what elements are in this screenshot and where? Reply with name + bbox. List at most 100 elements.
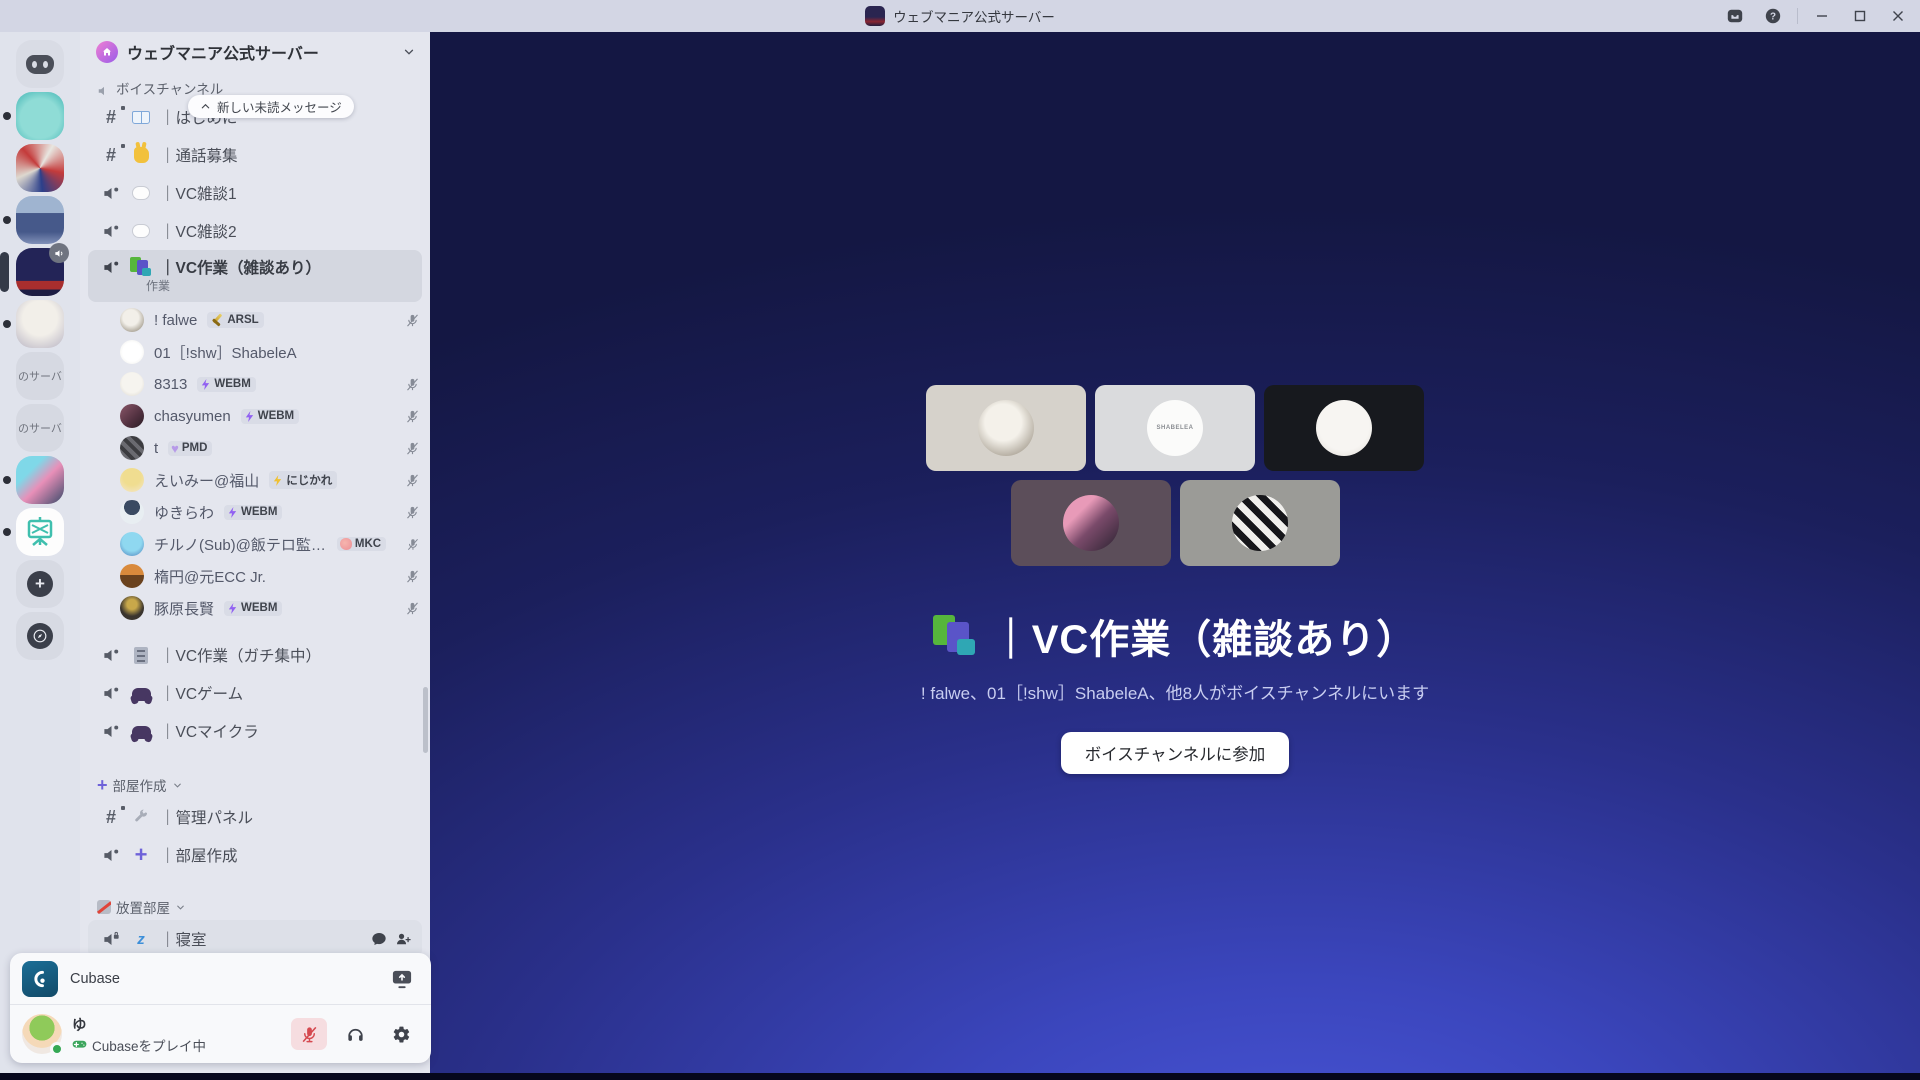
hash-icon: # [100,144,125,164]
role-badge: MKC [336,537,387,551]
speaker-icon [100,846,122,865]
screen-share-icon[interactable] [387,966,417,992]
user-avatar[interactable] [22,1014,64,1056]
add-server-button[interactable]: + [16,560,64,608]
server-icon-anime-kiss[interactable] [3,456,64,504]
username: ゆ [72,1017,87,1034]
participant-tile[interactable] [1179,480,1340,566]
server-badge-icon [96,41,118,63]
discover-button[interactable] [16,612,64,660]
voice-member-butahara[interactable]: 豚原長賢 WEBM [120,592,420,624]
channel-vc-sagyou-zatsudan-selected[interactable]: ｜VC作業（雑談あり） 作業 [88,250,422,302]
server-icon-collage[interactable] [16,144,64,192]
voice-member-daen[interactable]: 楕円@元ECC Jr. [120,560,420,592]
user-panel: Cubase ゆ Cubaseをプレイ中 [10,953,431,1063]
titlebar: ウェブマニア公式サーバー ? [0,0,1920,32]
unread-messages-banner[interactable]: 新しい未読メッセージ [188,95,354,118]
channel-vc-zatsudan1[interactable]: ｜VC雑談1 [88,174,422,212]
voice-member-chasyumen[interactable]: chasyumen WEBM [120,400,420,432]
join-voice-button[interactable]: ボイスチャンネルに参加 [1060,732,1290,774]
category-houchi-beya[interactable]: 放置部屋 [80,894,430,920]
voice-member-falwe[interactable]: ! falwe ARSL [120,304,420,336]
participant-tile[interactable] [926,385,1086,471]
server-header[interactable]: ウェブマニア公式サーバー [80,32,430,72]
window-title: ウェブマニア公式サーバー [893,10,1055,25]
category-heya-sakusei[interactable]: + 部屋作成 [80,772,430,798]
lightning-icon [274,474,282,486]
channel-kanri-panel[interactable]: # ｜管理パネル [88,798,422,836]
participant-tile[interactable] [1010,480,1171,566]
plus-icon: + [97,775,108,795]
lightning-icon [228,506,237,518]
settings-button[interactable] [383,1018,419,1050]
speaker-icon [100,684,122,703]
minimize-button[interactable] [1808,4,1836,28]
voice-member-chiruno[interactable]: チルノ(Sub)@飯テロ監視係 MKC [120,528,420,560]
server-icon-active-webmania[interactable] [0,243,69,296]
plus-icon: + [27,571,53,597]
channel-vc-game[interactable]: ｜VCゲーム [88,674,422,712]
voice-channel-view: SHABELEA ｜VC作業（雑談あり） ! falwe、01［!shw］Sha… [430,32,1920,1073]
channel-tsuwaboshu[interactable]: # ｜通話募集 [88,136,422,174]
server-icon-anime-girl[interactable] [3,300,64,348]
role-badge: ARSL [207,312,264,328]
role-badge: WEBM [197,376,256,392]
unread-banner-label: 新しい未読メッセージ [217,101,342,115]
server-icon-suit-man[interactable] [3,196,64,244]
channel-vc-minecraft[interactable]: ｜VCマイクラ [88,712,422,750]
speaker-icon [98,86,104,96]
avatar [120,596,144,620]
unread-dot [3,112,11,120]
speech-bubble-emoji-icon [130,224,152,238]
game-activity-icon [72,1040,87,1048]
server-icon-text-1[interactable]: のサーバ [16,352,64,400]
plus-emoji-icon: + [134,842,148,867]
maximize-button[interactable] [1846,4,1874,28]
voice-member-shabelea[interactable]: 01［!shw］ShabeleA [120,336,420,368]
hand-emoji-icon [130,147,152,163]
avatar [1231,495,1288,551]
deafen-button[interactable] [337,1018,373,1050]
voice-member-eimii[interactable]: えいみー@福山 にじかれ [120,464,420,496]
channel-sidebar: ウェブマニア公式サーバー 新しい未読メッセージ ボイスチャンネル # ｜はじめに… [80,32,430,1073]
voice-member-yukirawa[interactable]: ゆきらわ WEBM [120,496,420,528]
chevron-down-icon [404,49,414,55]
no-entry-icon [97,900,111,914]
mic-muted-icon [407,442,418,454]
participant-tile[interactable] [1264,385,1424,471]
help-icon[interactable]: ? [1759,4,1787,28]
open-chat-icon[interactable] [371,931,387,947]
mic-muted-icon [407,602,418,614]
chevron-down-icon [177,905,184,910]
hash-icon: # [100,106,125,126]
participant-tile[interactable]: SHABELEA [1095,385,1255,471]
sidebar-scrollbar[interactable] [423,687,428,753]
hash-icon: # [100,806,125,826]
channel-list: ボイスチャンネル # ｜はじめに # ｜通話募集 ｜VC雑談1 ｜VC雑談2 ｜… [80,72,430,958]
close-button[interactable] [1884,4,1912,28]
voice-member-8313[interactable]: 8313 WEBM [120,368,420,400]
activity-name: Cubase [70,970,120,987]
server-icon-teal-face[interactable] [3,92,64,140]
speaker-icon [100,646,122,665]
invite-member-icon[interactable] [395,931,412,947]
voice-member-t[interactable]: t ♥ PMD [120,432,420,464]
svg-text:?: ? [1770,12,1776,23]
channel-heya-sakusei[interactable]: + ｜部屋作成 [88,836,422,874]
server-icon-easel[interactable] [3,508,64,556]
role-badge: WEBM [224,600,283,616]
avatar [120,500,144,524]
bottom-edge-strip [0,1073,1920,1080]
avatar [120,404,144,428]
speaker-icon [100,184,122,203]
channel-vc-sagyou-gachi[interactable]: ｜VC作業（ガチ集中） [88,636,422,674]
active-server-indicator [0,252,9,292]
server-icon-text-2[interactable]: のサーバ [16,404,64,452]
inbox-icon[interactable] [1721,4,1749,28]
user-row[interactable]: ゆ Cubaseをプレイ中 [10,1005,431,1063]
home-button[interactable] [16,40,64,88]
controller-emoji-icon [130,686,152,701]
mic-mute-button[interactable] [291,1018,327,1050]
channel-vc-zatsudan2[interactable]: ｜VC雑談2 [88,212,422,250]
avatar [120,308,144,332]
